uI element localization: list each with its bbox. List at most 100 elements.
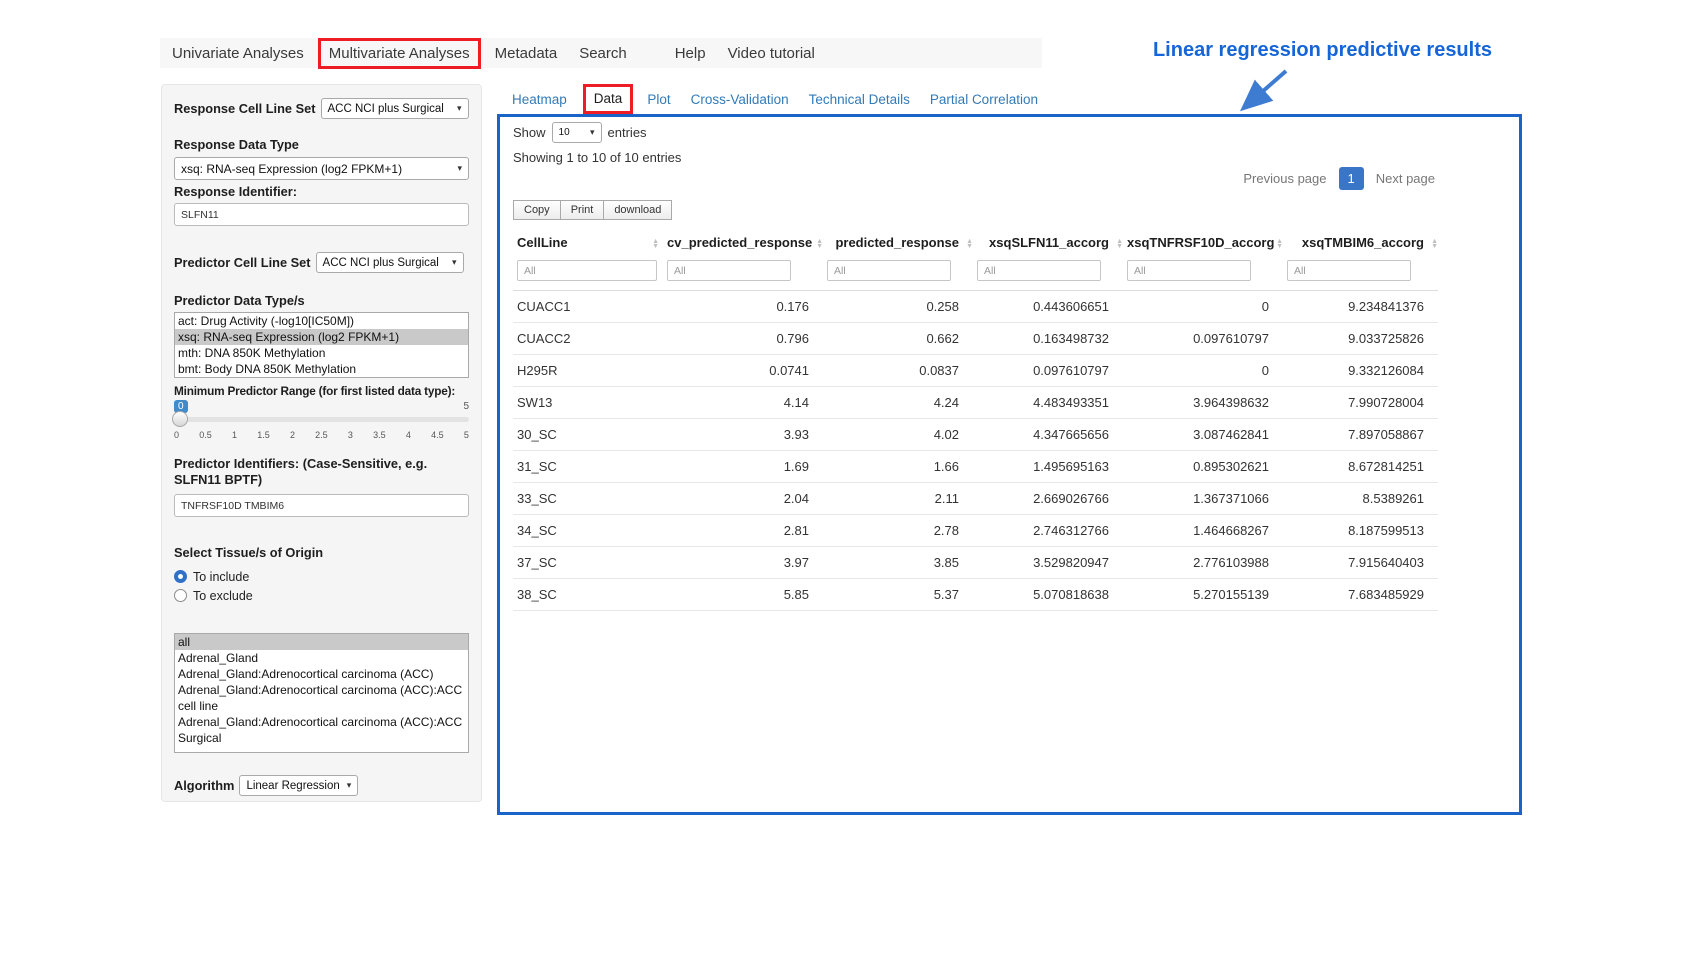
slider-tick-label: 3: [348, 430, 353, 440]
predictor-data-type-option[interactable]: act: Drug Activity (-log10[IC50M]): [175, 313, 468, 329]
tissue-include-radio[interactable]: To include: [174, 567, 469, 586]
slider-ticks: 00.511.522.533.544.55: [174, 430, 469, 440]
cell-value: 0.176: [663, 291, 823, 323]
tab-partial-correlation[interactable]: Partial Correlation: [930, 92, 1038, 107]
nav-univariate-analyses[interactable]: Univariate Analyses: [172, 45, 304, 62]
filter-xsqtmbim6-accorg-input[interactable]: [1287, 260, 1411, 281]
table-row: 33_SC2.042.112.6690267661.3673710668.538…: [513, 483, 1438, 515]
chevron-down-icon: ▾: [452, 257, 457, 268]
cell-value: 9.234841376: [1283, 291, 1438, 323]
entries-label: entries: [608, 125, 647, 140]
filter-predicted-response-input[interactable]: [827, 260, 951, 281]
column-header-xsqslfn11-accorg[interactable]: xsqSLFN11_accorg ▲▼: [973, 228, 1123, 257]
table-row: H295R0.07410.08370.09761079709.332126084: [513, 355, 1438, 387]
column-header-xsqtmbim6-accorg[interactable]: xsqTMBIM6_accorg ▲▼: [1283, 228, 1438, 257]
cell-line-name: SW13: [513, 387, 663, 419]
cell-value: 4.14: [663, 387, 823, 419]
show-label: Show: [513, 125, 546, 140]
cell-line-name: 38_SC: [513, 579, 663, 611]
chevron-down-icon: ▾: [590, 127, 595, 138]
tab-technical-details[interactable]: Technical Details: [809, 92, 910, 107]
tab-cross-validation[interactable]: Cross-Validation: [691, 92, 789, 107]
slider-tick-label: 5: [464, 430, 469, 440]
filter-xsqslfn11-accorg-input[interactable]: [977, 260, 1101, 281]
predictor-cell-line-set-select[interactable]: ACC NCI plus Surgical ▾: [316, 252, 464, 273]
sort-icon: ▲▼: [652, 239, 659, 249]
slider-tick-label: 0: [174, 430, 179, 440]
table-buttons: Copy Print download: [513, 200, 672, 220]
next-page-button[interactable]: Next page: [1376, 171, 1435, 186]
cell-value: 9.332126084: [1283, 355, 1438, 387]
filter-cellline-input[interactable]: [517, 260, 657, 281]
cell-value: 4.483493351: [973, 387, 1123, 419]
sort-icon: ▲▼: [1276, 239, 1283, 249]
nav-multivariate-analyses[interactable]: Multivariate Analyses: [318, 38, 481, 69]
nav-video-tutorial[interactable]: Video tutorial: [728, 45, 815, 62]
cell-value: 0.443606651: [973, 291, 1123, 323]
response-data-type-select[interactable]: xsq: RNA-seq Expression (log2 FPKM+1) ▾: [174, 157, 469, 180]
response-cell-line-set-select[interactable]: ACC NCI plus Surgical ▾: [321, 98, 469, 119]
column-header-cellline[interactable]: CellLine ▲▼: [513, 228, 663, 257]
cell-value: 5.37: [823, 579, 973, 611]
slider-tick-label: 0.5: [199, 430, 212, 440]
tissue-option[interactable]: Adrenal_Gland:Adrenocortical carcinoma (…: [175, 682, 468, 714]
column-header-cv-predicted-response[interactable]: cv_predicted_response ▲▼: [663, 228, 823, 257]
algorithm-value: Linear Regression: [246, 780, 339, 792]
cell-value: 2.04: [663, 483, 823, 515]
tissue-option[interactable]: all: [175, 634, 468, 650]
cell-value: 5.270155139: [1123, 579, 1283, 611]
slider-track[interactable]: [174, 417, 469, 422]
tissue-option[interactable]: Adrenal_Gland:Adrenocortical carcinoma (…: [175, 666, 468, 682]
algorithm-select[interactable]: Linear Regression ▾: [239, 775, 358, 796]
slider-handle[interactable]: [172, 411, 188, 427]
response-identifier-input[interactable]: [174, 203, 469, 226]
nav-metadata[interactable]: Metadata: [495, 45, 558, 62]
filter-xsqtnfrsf10d-accorg-input[interactable]: [1127, 260, 1251, 281]
tissue-option[interactable]: Adrenal_Gland: [175, 650, 468, 666]
copy-button[interactable]: Copy: [513, 200, 561, 220]
tab-plot[interactable]: Plot: [647, 92, 670, 107]
tab-data[interactable]: Data: [594, 91, 623, 106]
cell-value: 3.087462841: [1123, 419, 1283, 451]
table-row: CUACC10.1760.2580.44360665109.234841376: [513, 291, 1438, 323]
print-button[interactable]: Print: [561, 200, 605, 220]
table-row: SW134.144.244.4834933513.9643986327.9907…: [513, 387, 1438, 419]
nav-search[interactable]: Search: [579, 45, 627, 62]
cell-value: 2.776103988: [1123, 547, 1283, 579]
cell-value: 3.964398632: [1123, 387, 1283, 419]
nav-help[interactable]: Help: [675, 45, 706, 62]
slider-tick-label: 1: [232, 430, 237, 440]
cell-line-name: 30_SC: [513, 419, 663, 451]
predictor-identifiers-input[interactable]: [174, 494, 469, 517]
page-number-button[interactable]: 1: [1339, 167, 1364, 190]
predictor-data-type-option[interactable]: xsq: RNA-seq Expression (log2 FPKM+1): [175, 329, 468, 345]
slider-tick-label: 1.5: [257, 430, 270, 440]
showing-entries-text: Showing 1 to 10 of 10 entries: [513, 150, 681, 165]
table-header-row: CellLine ▲▼ cv_predicted_response ▲▼ pre…: [513, 228, 1438, 257]
tab-data-highlight-box: Data: [583, 84, 634, 114]
tissue-option[interactable]: Adrenal_Gland:Adrenocortical carcinoma (…: [175, 714, 468, 746]
cell-line-name: 31_SC: [513, 451, 663, 483]
cell-value: 2.78: [823, 515, 973, 547]
previous-page-button[interactable]: Previous page: [1243, 171, 1326, 186]
predictor-data-types-label: Predictor Data Type/s: [174, 293, 469, 308]
download-button[interactable]: download: [604, 200, 672, 220]
sort-icon: ▲▼: [966, 239, 973, 249]
column-header-label: xsqSLFN11_accorg: [989, 235, 1109, 250]
predictor-data-type-option[interactable]: mth: DNA 850K Methylation: [175, 345, 468, 361]
tissue-exclude-radio[interactable]: To exclude: [174, 586, 469, 605]
cell-value: 3.97: [663, 547, 823, 579]
cell-value: 7.683485929: [1283, 579, 1438, 611]
column-header-xsqtnfrsf10d-accorg[interactable]: xsqTNFRSF10D_accorg ▲▼: [1123, 228, 1283, 257]
cell-value: 8.187599513: [1283, 515, 1438, 547]
table-row: 37_SC3.973.853.5298209472.7761039887.915…: [513, 547, 1438, 579]
cell-value: 1.69: [663, 451, 823, 483]
column-header-label: xsqTMBIM6_accorg: [1302, 235, 1424, 250]
predictor-data-type-option[interactable]: bmt: Body DNA 850K Methylation: [175, 361, 468, 377]
result-tabs: Heatmap Data Plot Cross-Validation Techn…: [512, 90, 1058, 108]
filter-cv-predicted-response-input[interactable]: [667, 260, 791, 281]
slider-tick-label: 2: [290, 430, 295, 440]
column-header-predicted-response[interactable]: predicted_response ▲▼: [823, 228, 973, 257]
tab-heatmap[interactable]: Heatmap: [512, 92, 567, 107]
show-entries-select[interactable]: 10 ▾: [552, 122, 602, 143]
